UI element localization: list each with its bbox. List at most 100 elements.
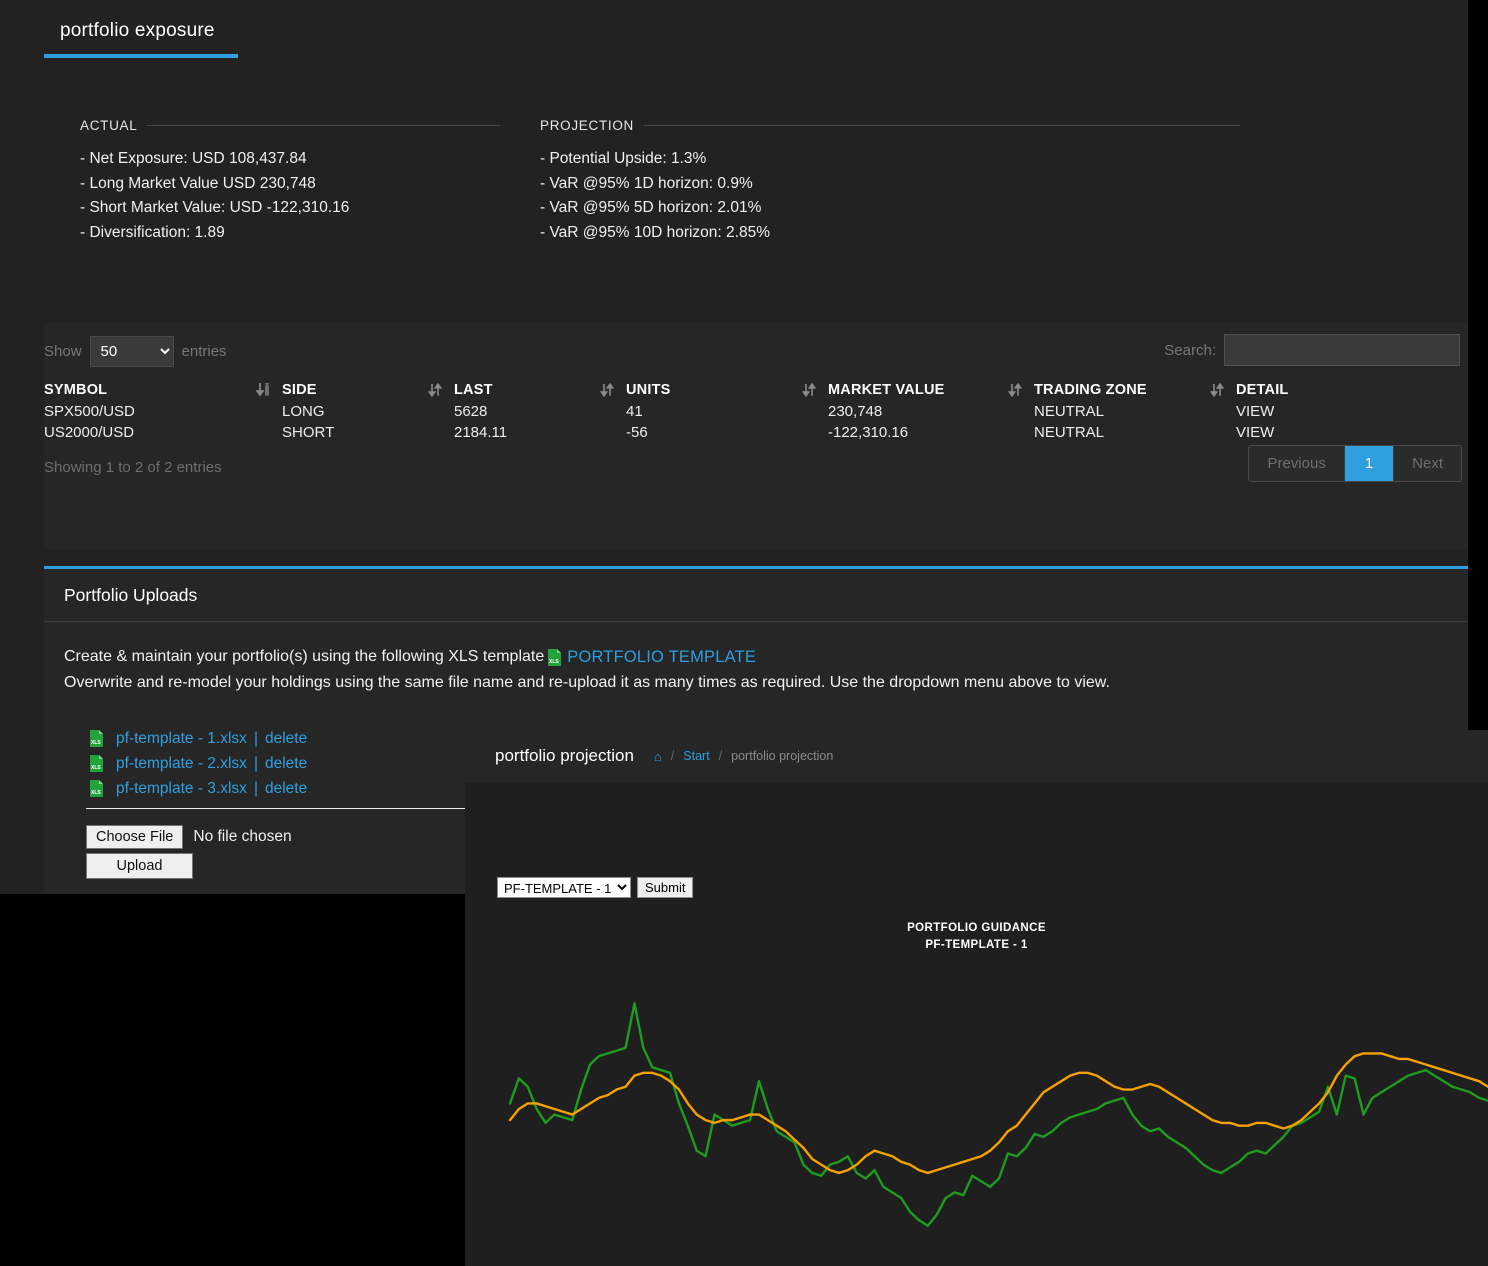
list-item: - VaR @95% 10D horizon: 2.85% [540, 223, 770, 241]
positions-table: SYMBOL SIDE LAST UNITS MARKET VALUE TRAD… [44, 380, 1468, 443]
list-item: - Diversification: 1.89 [80, 223, 225, 241]
table-row: US2000/USD SHORT 2184.11 -56 -122,310.16… [44, 422, 1468, 443]
divider [86, 808, 486, 809]
portfolio-projection-window: portfolio projection ⌂ / Start / portfol… [465, 730, 1488, 1266]
cell-detail-view-link[interactable]: VIEW [1236, 401, 1468, 422]
screen: portfolio exposure ACTUAL - Net Exposure… [0, 0, 1488, 1266]
breadcrumb-separator: / [718, 749, 723, 763]
sort-icon[interactable] [427, 382, 443, 398]
sort-icon[interactable] [599, 382, 615, 398]
tab-label: portfolio exposure [60, 20, 215, 41]
cell-side: LONG [282, 403, 325, 420]
actual-list: - Net Exposure: USD 108,437.84 - Long Ma… [80, 147, 500, 245]
upload-button[interactable]: Upload [86, 853, 193, 879]
projection-legend: PROJECTION [540, 118, 1240, 133]
delete-file-link[interactable]: delete [265, 776, 307, 801]
search-label: Search: [1164, 341, 1216, 359]
list-item: - VaR @95% 5D horizon: 2.01% [540, 199, 762, 216]
list-item: - Short Market Value: USD -122,310.16 [80, 199, 350, 216]
separator: | [253, 780, 258, 797]
table-footer: Showing 1 to 2 of 2 entries Previous 1 N… [44, 443, 1468, 499]
cell-symbol: US2000/USD [44, 424, 135, 441]
col-market-value[interactable]: MARKET VALUE [801, 380, 1034, 401]
uploads-instruction-2: Overwrite and re-model your holdings usi… [64, 674, 1110, 691]
search-control: Search: [1164, 334, 1460, 366]
cell-units: 41 [626, 403, 643, 420]
tab-active-underline [44, 54, 238, 58]
entries-per-page-select[interactable]: 50 [89, 336, 174, 367]
home-icon[interactable]: ⌂ [654, 749, 662, 764]
pagination: Previous 1 Next [1248, 445, 1462, 482]
pagination-previous[interactable]: Previous [1249, 446, 1345, 481]
background-fill-right [1468, 0, 1488, 730]
table-row: SPX500/USD LONG 5628 41 230,748 NEUTRAL … [44, 401, 1468, 422]
length-control: Show 50 entries [44, 336, 227, 367]
background-fill-left [0, 894, 465, 1266]
cell-trading-zone: NEUTRAL [1034, 403, 1105, 420]
chart-series-guidance-green [508, 1002, 1488, 1227]
svg-text:XLS: XLS [549, 659, 559, 665]
cell-last: 2184.11 [454, 424, 508, 441]
col-symbol[interactable]: SYMBOL [44, 380, 282, 401]
sort-icon[interactable] [255, 382, 270, 398]
list-item: - Long Market Value USD 230,748 [80, 174, 316, 192]
cell-side: SHORT [282, 424, 335, 441]
svg-text:XLS: XLS [91, 790, 101, 796]
chart-series-guidance-orange [508, 1052, 1488, 1175]
entries-label: entries [181, 343, 227, 360]
sort-icon[interactable] [1209, 382, 1225, 398]
choose-file-button[interactable]: Choose File [86, 825, 184, 849]
delete-file-link[interactable]: delete [265, 726, 307, 751]
list-item: - VaR @95% 1D horizon: 0.9% [540, 174, 753, 192]
xls-file-icon: XLS [89, 730, 104, 747]
breadcrumb-current: portfolio projection [731, 749, 834, 763]
breadcrumb: ⌂ / Start / portfolio projection [654, 749, 833, 764]
breadcrumb-start-link[interactable]: Start [683, 749, 709, 763]
list-item: - Potential Upside: 1.3% [540, 150, 707, 167]
file-name-link[interactable]: pf-template - 3.xlsx [116, 776, 247, 801]
cell-detail-view-link[interactable]: VIEW [1236, 422, 1468, 443]
sort-icon[interactable] [1007, 382, 1023, 398]
pagination-next[interactable]: Next [1394, 446, 1461, 481]
search-input[interactable] [1224, 334, 1460, 366]
show-label: Show [44, 343, 82, 360]
instruction-text: Create & maintain your portfolio(s) usin… [64, 648, 545, 665]
cell-market-value: 230,748 [828, 403, 883, 420]
sort-icon[interactable] [801, 382, 817, 398]
portfolio-template-link[interactable]: PORTFOLIO TEMPLATE [567, 644, 756, 670]
delete-file-link[interactable]: delete [265, 751, 307, 776]
positions-table-panel: Show 50 entries Search: SYMBOL SIDE LAST… [44, 322, 1468, 550]
col-detail[interactable]: DETAIL [1209, 380, 1468, 401]
pagination-page-1[interactable]: 1 [1344, 446, 1395, 481]
file-name-link[interactable]: pf-template - 2.xlsx [116, 751, 247, 776]
col-trading-zone[interactable]: TRADING ZONE [1007, 380, 1236, 401]
projection-list: - Potential Upside: 1.3% - VaR @95% 1D h… [540, 147, 1240, 245]
tab-portfolio-exposure[interactable]: portfolio exposure [44, 14, 238, 58]
table-info: Showing 1 to 2 of 2 entries [44, 459, 222, 476]
separator: | [253, 730, 258, 747]
uploads-title: Portfolio Uploads [64, 584, 198, 605]
actual-group: ACTUAL - Net Exposure: USD 108,437.84 - … [80, 118, 500, 245]
list-item: - Net Exposure: USD 108,437.84 [80, 150, 307, 167]
cell-trading-zone: NEUTRAL [1034, 424, 1105, 441]
col-units[interactable]: UNITS [599, 380, 828, 401]
xls-file-icon: XLS [89, 755, 104, 772]
uploads-instruction-1: Create & maintain your portfolio(s) usin… [64, 644, 1448, 670]
legend-rule [644, 125, 1240, 126]
cell-units: -56 [626, 424, 648, 441]
cell-last: 5628 [454, 403, 488, 420]
file-name-link[interactable]: pf-template - 1.xlsx [116, 726, 247, 751]
table-controls: Show 50 entries Search: [44, 322, 1468, 380]
actual-legend-label: ACTUAL [80, 118, 138, 133]
page-title: portfolio projection [495, 746, 634, 765]
xls-file-icon: XLS [547, 648, 562, 666]
uploads-header: Portfolio Uploads [44, 569, 1468, 622]
table-header-row: SYMBOL SIDE LAST UNITS MARKET VALUE TRAD… [44, 380, 1468, 401]
projection-group: PROJECTION - Potential Upside: 1.3% - Va… [540, 118, 1240, 245]
projection-body: PF-TEMPLATE - 1 Submit PORTFOLIO GUIDANC… [465, 782, 1488, 1266]
legend-rule [147, 125, 500, 126]
actual-legend: ACTUAL [80, 118, 500, 133]
file-status-label: No file chosen [193, 828, 292, 845]
svg-text:XLS: XLS [91, 740, 101, 746]
projection-legend-label: PROJECTION [540, 118, 635, 133]
